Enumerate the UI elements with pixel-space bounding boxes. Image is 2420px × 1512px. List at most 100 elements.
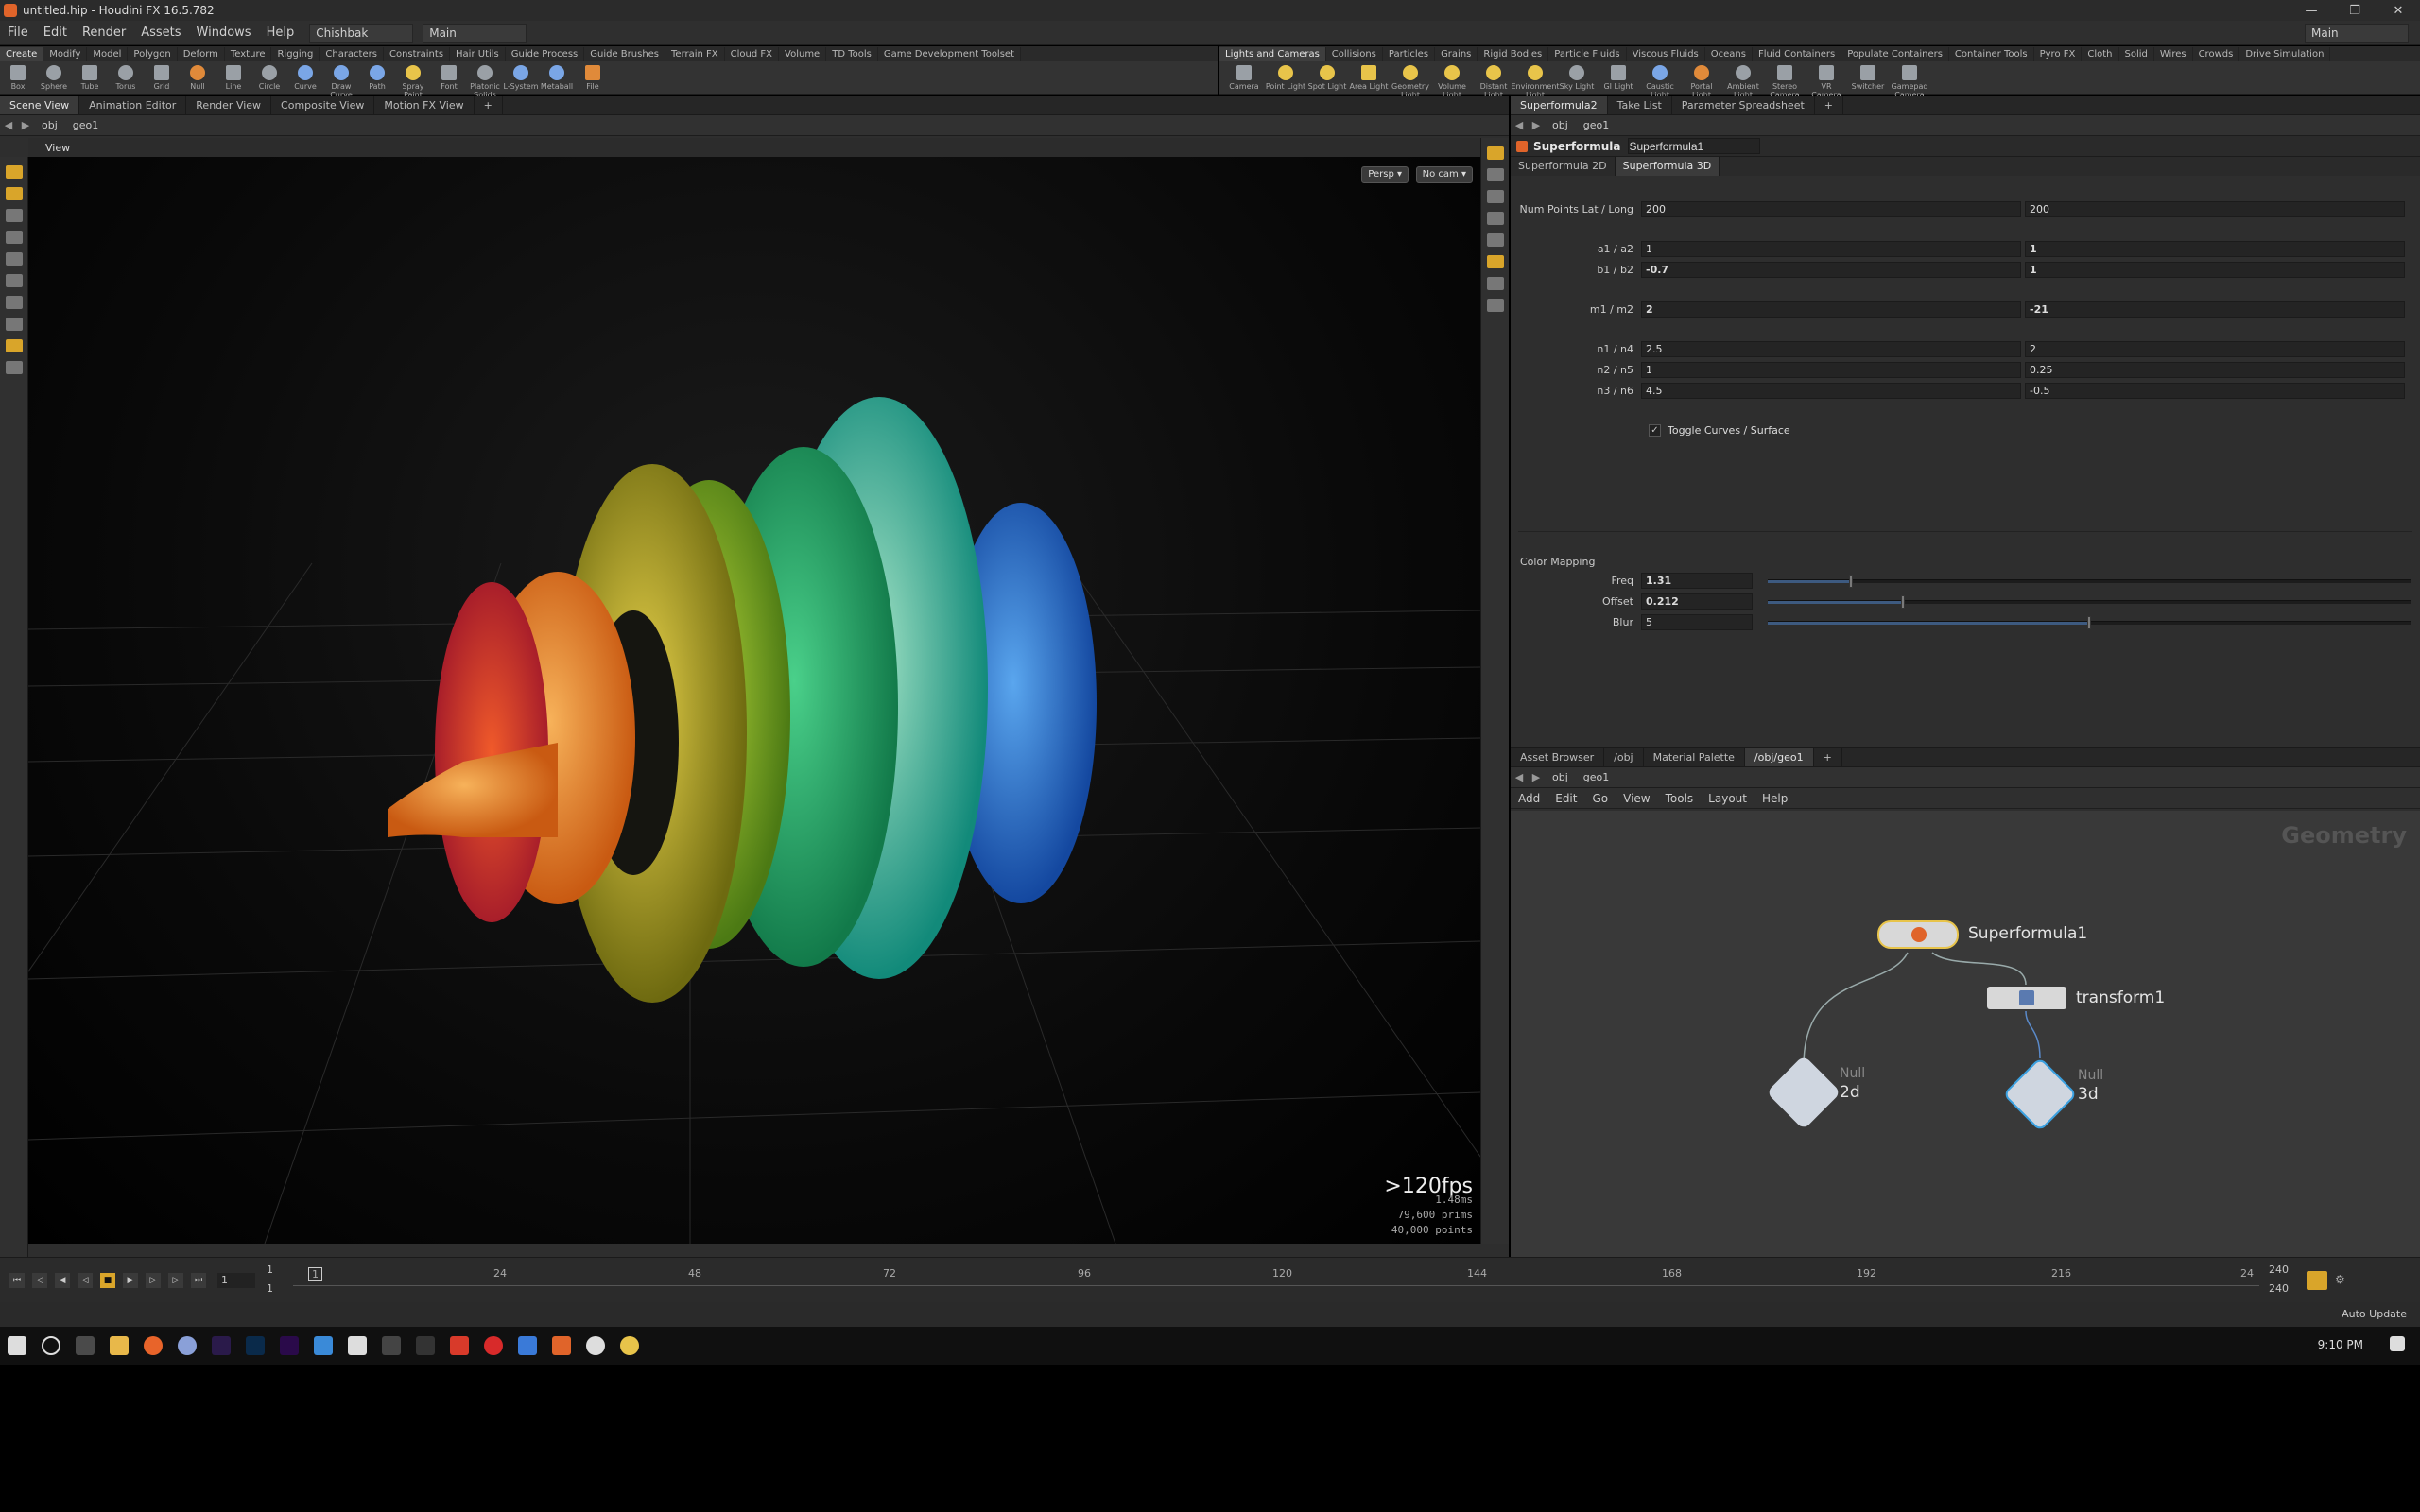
display-options-icon[interactable] bbox=[1486, 146, 1504, 160]
shelf-tab-volume[interactable]: Volume bbox=[779, 47, 827, 61]
tool-sphere[interactable]: Sphere bbox=[36, 63, 72, 99]
network-editor[interactable]: Geometry Superformula1 transform1 Null 2… bbox=[1511, 811, 2420, 1259]
tool-spot-light[interactable]: Spot Light bbox=[1306, 63, 1348, 99]
tool-portal-light[interactable]: Portal Light bbox=[1681, 63, 1722, 99]
net-menu-go[interactable]: Go bbox=[1584, 792, 1616, 805]
m2-field[interactable]: -21 bbox=[2025, 301, 2405, 318]
m1-field[interactable]: 2 bbox=[1641, 301, 2021, 318]
step-back-button[interactable]: ◁ bbox=[32, 1273, 47, 1288]
browser-icon[interactable] bbox=[178, 1336, 197, 1355]
blur-slider-knob[interactable] bbox=[2087, 616, 2091, 629]
tool-tube[interactable]: Tube bbox=[72, 63, 108, 99]
right-pane-dropdown[interactable]: Main bbox=[2305, 24, 2409, 43]
tool-stereo-camera[interactable]: Stereo Camera bbox=[1764, 63, 1806, 99]
pane-dropdown[interactable]: Main bbox=[423, 23, 527, 43]
grid-snap-icon[interactable] bbox=[5, 339, 23, 352]
tool-metaball[interactable]: Metaball bbox=[539, 63, 575, 99]
shelf-tab-rigging[interactable]: Rigging bbox=[271, 47, 320, 61]
app-icon[interactable] bbox=[620, 1336, 639, 1355]
toggle-curves-checkbox[interactable]: ✓ bbox=[1649, 424, 1661, 437]
tool-box[interactable]: Box bbox=[0, 63, 36, 99]
shelf-tab-wires[interactable]: Wires bbox=[2154, 47, 2193, 61]
shelf-tab-terrain-fx[interactable]: Terrain FX bbox=[666, 47, 725, 61]
tool-grid[interactable]: Grid bbox=[144, 63, 180, 99]
add-tab-button[interactable]: + bbox=[1814, 748, 1842, 766]
rotate-tool-icon[interactable] bbox=[5, 231, 23, 244]
shelf-tab-pyro-fx[interactable]: Pyro FX bbox=[2034, 47, 2083, 61]
shelf-tab-characters[interactable]: Characters bbox=[320, 47, 384, 61]
menu-render[interactable]: Render bbox=[75, 26, 133, 40]
photoshop-icon[interactable] bbox=[246, 1336, 265, 1355]
tool-environment-light[interactable]: Environment Light bbox=[1511, 63, 1560, 99]
path-obj[interactable]: obj bbox=[1545, 771, 1576, 783]
offset-field[interactable]: 0.212 bbox=[1641, 593, 1753, 610]
blur-slider[interactable] bbox=[1768, 616, 2411, 629]
app-icon[interactable] bbox=[586, 1336, 605, 1355]
tool-curve[interactable]: Curve bbox=[287, 63, 323, 99]
shelf-tab-particles[interactable]: Particles bbox=[1383, 47, 1436, 61]
tool-switcher[interactable]: Switcher bbox=[1847, 63, 1889, 99]
normal-display-icon[interactable] bbox=[1486, 299, 1504, 312]
app-icon[interactable] bbox=[314, 1336, 333, 1355]
tool-vr-camera[interactable]: VR Camera bbox=[1806, 63, 1847, 99]
menu-help[interactable]: Help bbox=[259, 26, 302, 40]
n1-field[interactable]: 2.5 bbox=[1641, 341, 2021, 357]
shelf-tab-lights-cameras[interactable]: Lights and Cameras bbox=[1219, 47, 1326, 61]
n6-field[interactable]: -0.5 bbox=[2025, 383, 2405, 399]
tool-path[interactable]: Path bbox=[359, 63, 395, 99]
tab-superformula2[interactable]: Superformula2 bbox=[1511, 96, 1608, 114]
auto-update-button[interactable]: Auto Update bbox=[2342, 1308, 2407, 1320]
shelf-tab-cloth[interactable]: Cloth bbox=[2082, 47, 2119, 61]
net-menu-edit[interactable]: Edit bbox=[1547, 792, 1584, 805]
b2-field[interactable]: 1 bbox=[2025, 262, 2405, 278]
play-reverse-button[interactable]: ◀ bbox=[55, 1273, 70, 1288]
tool-gamepad-camera[interactable]: Gamepad Camera bbox=[1889, 63, 1930, 99]
shelf-tab-fluid-containers[interactable]: Fluid Containers bbox=[1753, 47, 1842, 61]
tab-render-view[interactable]: Render View bbox=[186, 96, 272, 114]
view-tool-icon[interactable] bbox=[5, 187, 23, 200]
filezilla-icon[interactable] bbox=[450, 1336, 469, 1355]
tool-point-light[interactable]: Point Light bbox=[1265, 63, 1306, 99]
tool-torus[interactable]: Torus bbox=[108, 63, 144, 99]
app-icon[interactable] bbox=[416, 1336, 435, 1355]
add-tab-button[interactable]: + bbox=[1815, 96, 1843, 114]
maximize-button[interactable]: ❐ bbox=[2333, 0, 2377, 21]
shelf-tab-cloud-fx[interactable]: Cloud FX bbox=[725, 47, 780, 61]
n2-field[interactable]: 1 bbox=[1641, 362, 2021, 378]
tab-obj-geo1[interactable]: /obj/geo1 bbox=[1744, 748, 1814, 766]
file-explorer-icon[interactable] bbox=[110, 1336, 129, 1355]
menu-file[interactable]: File bbox=[0, 26, 36, 40]
snap-tool-icon[interactable] bbox=[5, 318, 23, 331]
unity-icon[interactable] bbox=[348, 1336, 367, 1355]
select-tool-icon[interactable] bbox=[5, 165, 23, 179]
add-tab-button[interactable]: + bbox=[475, 96, 503, 114]
tab-superformula-3d[interactable]: Superformula 3D bbox=[1615, 157, 1720, 176]
camera-button[interactable]: No cam ▾ bbox=[1415, 166, 1473, 183]
back-arrow-icon[interactable]: ◀ bbox=[0, 119, 17, 131]
tab-scene-view[interactable]: Scene View bbox=[0, 96, 80, 114]
path-obj[interactable]: obj bbox=[34, 119, 65, 131]
notification-icon[interactable] bbox=[2390, 1336, 2405, 1351]
scale-tool-icon[interactable] bbox=[5, 252, 23, 266]
task-view-icon[interactable] bbox=[76, 1336, 95, 1355]
after-effects-icon[interactable] bbox=[212, 1336, 231, 1355]
shelf-tab-crowds[interactable]: Crowds bbox=[2193, 47, 2240, 61]
b1-field[interactable]: -0.7 bbox=[1641, 262, 2021, 278]
magnet-icon[interactable] bbox=[5, 361, 23, 374]
tab-parameter-spreadsheet[interactable]: Parameter Spreadsheet bbox=[1672, 96, 1815, 114]
forward-arrow-icon[interactable]: ▶ bbox=[1528, 119, 1545, 131]
persp-button[interactable]: Persp ▾ bbox=[1361, 166, 1409, 183]
jump-start-button[interactable]: ⏮ bbox=[9, 1273, 25, 1288]
tool-circle[interactable]: Circle bbox=[251, 63, 287, 99]
timeline-options-icon[interactable]: ⚙ bbox=[2335, 1273, 2345, 1286]
a1-field[interactable]: 1 bbox=[1641, 241, 2021, 257]
minimize-button[interactable]: — bbox=[2290, 0, 2333, 21]
shading-icon[interactable] bbox=[1486, 212, 1504, 225]
clock[interactable]: 9:10 PM bbox=[2318, 1338, 2363, 1351]
handle-tool-icon[interactable] bbox=[5, 274, 23, 287]
tool-spray-paint[interactable]: Spray Paint bbox=[395, 63, 431, 99]
shelf-tab-texture[interactable]: Texture bbox=[225, 47, 272, 61]
start-frame-field[interactable]: 1 bbox=[267, 1263, 273, 1276]
num-points-long-field[interactable]: 200 bbox=[2025, 201, 2405, 217]
shelf-tab-game-dev[interactable]: Game Development Toolset bbox=[878, 47, 1021, 61]
